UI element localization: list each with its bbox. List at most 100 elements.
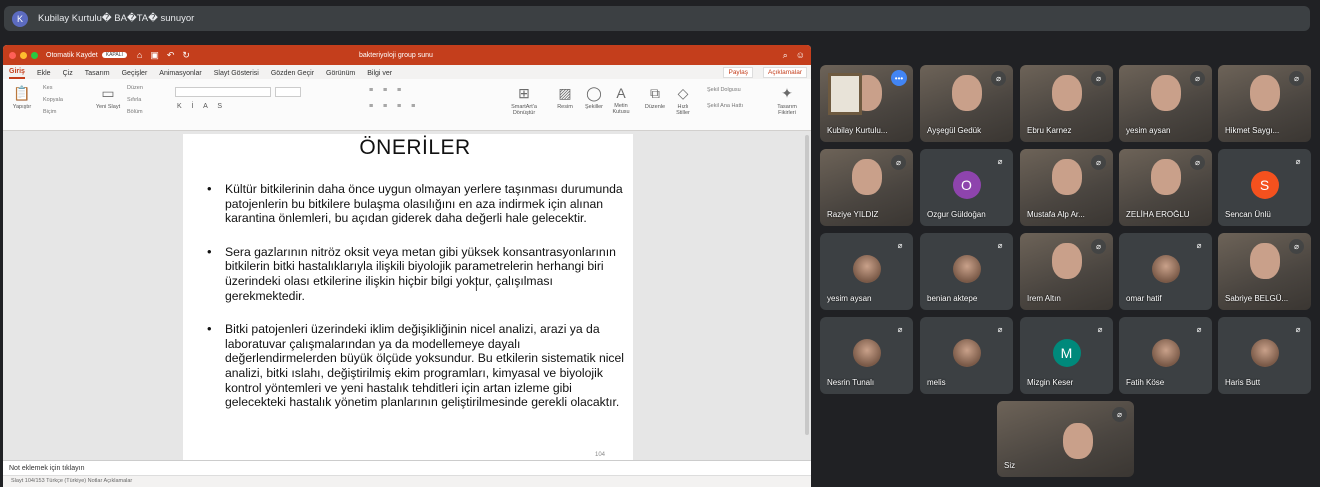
mic-off-icon: ⌀ — [997, 324, 1003, 334]
participant-tile[interactable]: ⌀ benian aktepe — [920, 233, 1013, 310]
participant-name: Sencan Ünlü — [1225, 210, 1271, 219]
slide-page-number: 104 — [594, 452, 605, 458]
slide-canvas[interactable]: ÖNERİLER Kültür bitkilerinin daha önce u… — [183, 134, 633, 460]
tab-draw[interactable]: Çiz — [63, 70, 73, 79]
participant-name: Siz — [1004, 461, 1016, 470]
tab-home[interactable]: Giriş — [9, 68, 25, 79]
tab-design[interactable]: Tasarım — [85, 70, 110, 79]
participant-tile[interactable]: O ⌀ Ozgur Güldoğan — [920, 149, 1013, 226]
participant-name: Irem Altın — [1027, 294, 1061, 303]
participant-video-face — [1052, 159, 1082, 195]
text-format-buttons[interactable]: K İ A S — [177, 103, 226, 110]
self-video-tile[interactable]: ⌀ Siz — [997, 401, 1134, 477]
participant-tile[interactable]: ⌀ Hikmet Saygı... — [1218, 65, 1311, 142]
status-bar: Slayt 104/153 Türkçe (Türkiye) Notlar Aç… — [3, 475, 811, 487]
design-ideas-button[interactable]: ✦ Tasarım Fikirleri — [771, 85, 803, 116]
participant-tile[interactable]: ⌀ Mustafa Alp Ar... — [1020, 149, 1113, 226]
participant-avatar — [852, 339, 881, 367]
textbox-button[interactable]: A Metin Kutusu — [609, 85, 633, 115]
participant-tile[interactable]: ⌀ omar hatif — [1119, 233, 1212, 310]
participant-tile[interactable]: ⌀ Ayşegül Gedük — [920, 65, 1013, 142]
slide-bullet[interactable]: Bitki patojenleri üzerindeki iklim değiş… — [203, 322, 627, 410]
participant-tile[interactable]: ⌀ ZELİHA EROĞLU — [1119, 149, 1212, 226]
mic-off-icon: ⌀ — [1091, 155, 1106, 170]
tab-review[interactable]: Gözden Geçir — [271, 70, 314, 79]
tab-insert[interactable]: Ekle — [37, 70, 51, 79]
smartart-button[interactable]: ⊞ SmartArt'a Dönüştür — [503, 85, 545, 116]
participant-tile[interactable]: ⌀ Raziye YILDIZ — [820, 149, 913, 226]
participant-name: Kubilay Kurtulu... — [827, 126, 888, 135]
cut-button[interactable]: Kes — [43, 85, 52, 91]
participant-tile[interactable]: ⌀ Haris Butt — [1218, 317, 1311, 394]
reset-button[interactable]: Sıfırla — [127, 97, 141, 103]
mic-off-icon: ⌀ — [997, 156, 1003, 166]
participant-tile[interactable]: ⌀ Fatih Köse — [1119, 317, 1212, 394]
mic-off-icon: ⌀ — [897, 324, 903, 334]
tab-view[interactable]: Görünüm — [326, 70, 355, 79]
participant-tile[interactable]: ⌀ Irem Altın — [1020, 233, 1113, 310]
account-icon[interactable]: ☺ — [796, 50, 805, 61]
section-button[interactable]: Bölüm — [127, 109, 143, 115]
search-icon[interactable]: ⌕ — [783, 50, 788, 61]
shapes-button[interactable]: ◯ Şekiller — [581, 85, 607, 110]
tab-transitions[interactable]: Geçişler — [122, 70, 148, 79]
more-options-icon[interactable]: ••• — [891, 70, 907, 86]
close-window-icon[interactable] — [9, 51, 16, 59]
shape-outline-button[interactable]: Şekil Ana Hattı — [707, 103, 743, 109]
participant-tile[interactable]: M ⌀ Mizgin Keser — [1020, 317, 1113, 394]
slide-bullet[interactable]: Sera gazlarının nitröz oksit veya metan … — [203, 245, 627, 303]
slide-title[interactable]: ÖNERİLER — [203, 136, 627, 160]
tab-tell-me[interactable]: Bilgi ver — [367, 70, 392, 79]
format-painter-button[interactable]: Biçim — [43, 109, 56, 115]
list-buttons[interactable]: ≡ ≡ ≡ — [369, 87, 405, 94]
design-ideas-label: Tasarım Fikirleri — [777, 104, 797, 116]
participant-name: Raziye YILDIZ — [827, 210, 879, 219]
participant-tile[interactable]: ⌀ Ebru Karnez — [1020, 65, 1113, 142]
home-icon[interactable]: ⌂ — [137, 50, 142, 60]
participant-tile[interactable]: ⌀ Nesrin Tunalı — [820, 317, 913, 394]
layout-button[interactable]: Düzen — [127, 85, 143, 91]
participant-name: benian aktepe — [927, 294, 978, 303]
quick-styles-button[interactable]: ◇ Hızlı Stiller — [671, 85, 695, 116]
participant-tile[interactable]: ⌀ melis — [920, 317, 1013, 394]
participant-video-face — [852, 159, 882, 195]
tab-animations[interactable]: Animasyonlar — [159, 70, 201, 79]
comments-button[interactable]: Açıklamalar — [763, 67, 807, 78]
mic-off-icon: ⌀ — [1295, 324, 1301, 334]
mic-off-icon: ⌀ — [1289, 239, 1304, 254]
participant-tile[interactable]: ⌀ yesim aysan — [1119, 65, 1212, 142]
participant-tile[interactable]: ⌀ Sabriye BELGÜ... — [1218, 233, 1311, 310]
arrange-button[interactable]: ⧉ Düzenle — [641, 85, 669, 110]
copy-button[interactable]: Kopyala — [43, 97, 63, 103]
minimize-window-icon[interactable] — [20, 51, 27, 59]
participant-name: Ayşegül Gedük — [927, 126, 982, 135]
new-slide-button[interactable]: ▭ Yeni Slayt — [95, 85, 121, 110]
participant-tile[interactable]: ⌀ yesim aysan — [820, 233, 913, 310]
notes-pane[interactable]: Not eklemek için tıklayın — [3, 460, 811, 475]
participant-tile[interactable]: ••• Kubilay Kurtulu... — [820, 65, 913, 142]
maximize-window-icon[interactable] — [31, 51, 38, 59]
redo-icon[interactable]: ↻ — [182, 50, 190, 61]
mic-off-icon: ⌀ — [1097, 324, 1103, 334]
paste-button[interactable]: 📋 Yapıştır — [9, 85, 35, 110]
save-icon[interactable]: ▣ — [150, 50, 159, 61]
font-family-select[interactable] — [175, 87, 271, 97]
mic-off-icon: ⌀ — [1196, 240, 1202, 250]
mic-off-icon: ⌀ — [1190, 155, 1205, 170]
shape-fill-button[interactable]: Şekil Dolgusu — [707, 87, 741, 93]
undo-icon[interactable]: ↶ — [167, 50, 175, 61]
slide-bullet[interactable]: Kültür bitkilerinin daha önce uygun olma… — [203, 182, 627, 226]
new-slide-label: Yeni Slayt — [95, 104, 121, 110]
font-size-select[interactable] — [275, 87, 301, 97]
mic-off-icon: ⌀ — [1091, 239, 1106, 254]
autosave-toggle[interactable]: KAPALI — [101, 52, 127, 58]
vertical-scrollbar[interactable] — [805, 135, 809, 435]
tab-slideshow[interactable]: Slayt Gösterisi — [214, 70, 259, 79]
align-buttons[interactable]: ≡ ≡ ≡ ≡ — [369, 103, 419, 110]
text-cursor-icon: I — [475, 283, 478, 294]
picture-button[interactable]: ▨ Resim — [553, 85, 577, 110]
share-button[interactable]: Paylaş — [723, 67, 753, 78]
participant-tile[interactable]: S ⌀ Sencan Ünlü — [1218, 149, 1311, 226]
textbox-icon: A — [616, 85, 626, 101]
smartart-label: SmartArt'a Dönüştür — [511, 104, 537, 116]
